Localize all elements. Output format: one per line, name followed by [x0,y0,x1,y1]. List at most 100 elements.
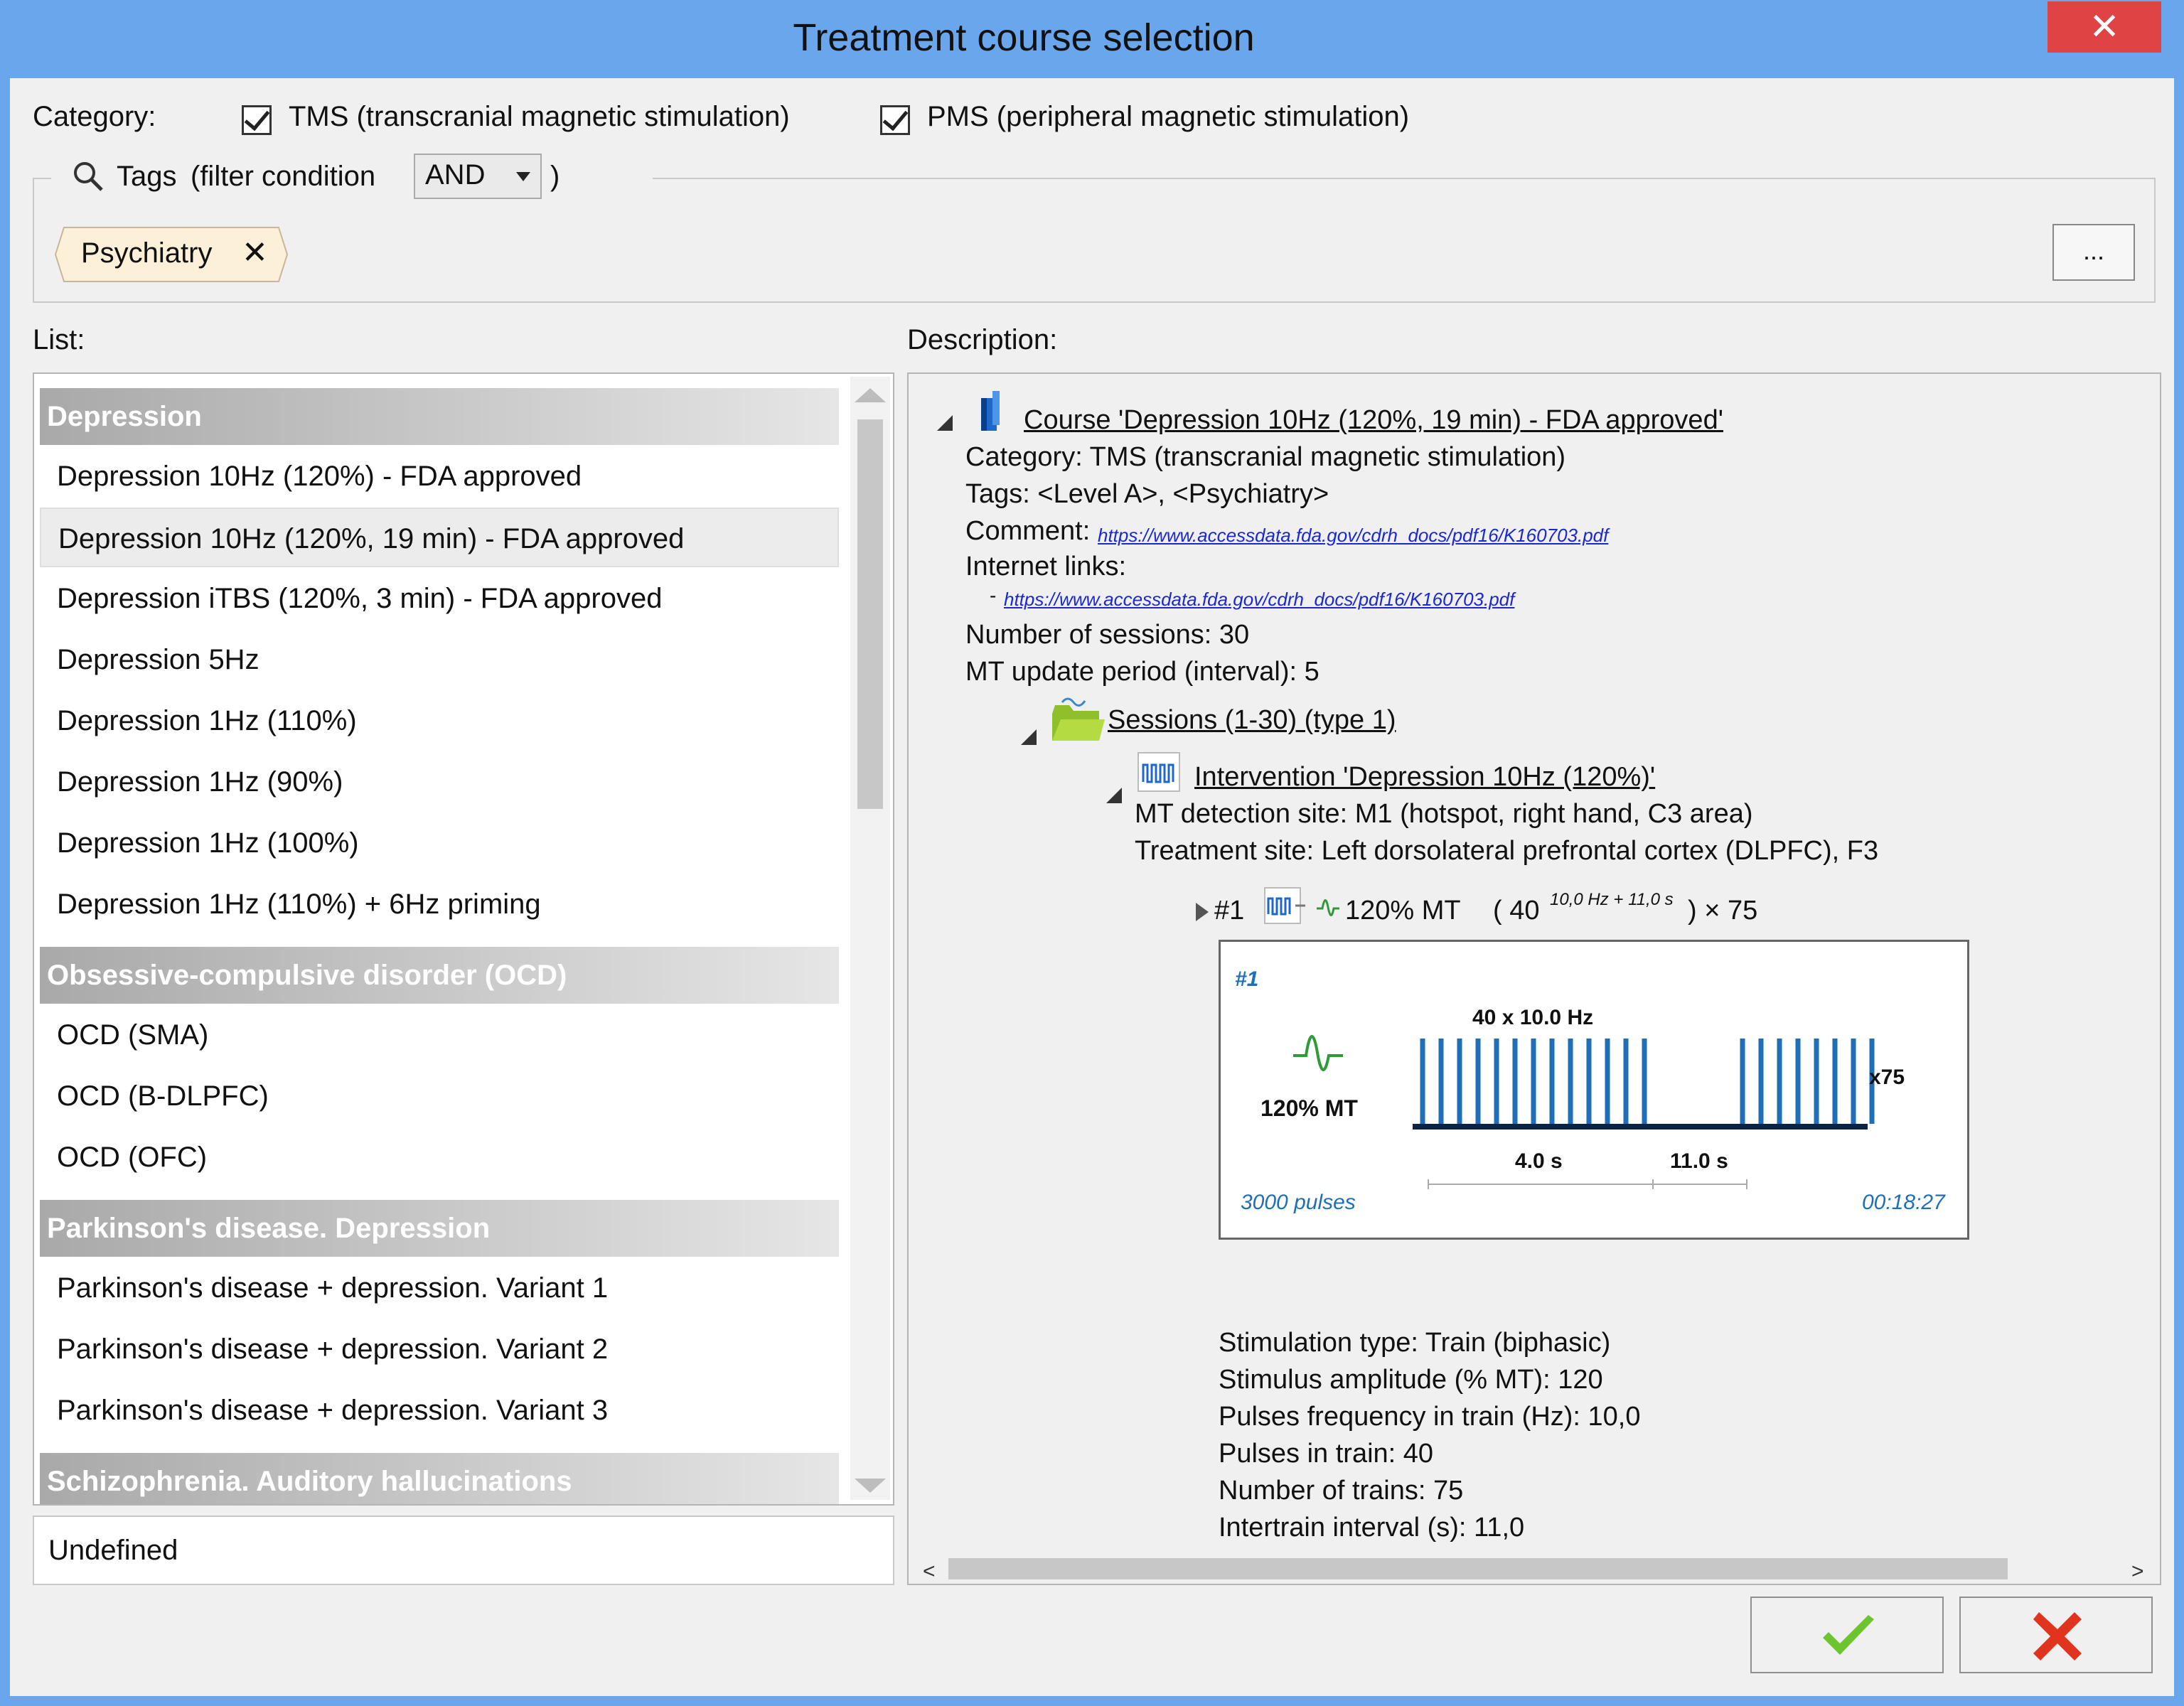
search-icon [73,161,104,195]
course-list[interactable]: Depression Depression 10Hz (120%) - FDA a… [33,372,894,1506]
close-button[interactable]: ✕ [2048,1,2161,53]
list-item[interactable]: Parkinson's disease + depression. Varian… [40,1380,839,1440]
vertical-scrollbar[interactable] [850,377,890,1500]
dialog-client: Category: TMS (transcranial magnetic sti… [10,78,2174,1696]
more-tags-button[interactable]: ... [2052,224,2135,281]
list-group-header: Obsessive-compulsive disorder (OCD) [40,947,839,1004]
expand-protocol-icon[interactable] [1196,903,1209,921]
protocol-formula-close: ) × 75 [1688,896,1758,926]
course-title[interactable]: Course 'Depression 10Hz (120%, 19 min) -… [1024,405,1723,436]
tags-label: Tags [117,161,177,192]
parameter-item: Stimulus amplitude (% MT): 120 [1219,1365,1603,1395]
cancel-button[interactable] [1959,1597,2153,1673]
remove-tag-icon[interactable]: ✕ [242,235,268,271]
list-item[interactable]: Depression 1Hz (100%) [40,813,839,873]
timeline-ruler [1428,1179,1747,1189]
parameter-item: Pulses in train: 40 [1219,1439,1434,1469]
course-category: Category: TMS (transcranial magnetic sti… [965,442,1566,472]
list-item[interactable]: Parkinson's disease + depression. Varian… [40,1319,839,1379]
list-group-header: Schizophrenia. Auditory hallucinations [40,1453,839,1504]
list-item[interactable]: OCD (B-DLPFC) [40,1066,839,1126]
course-tags: Tags: <Level A>, <Psychiatry> [965,479,1329,509]
collapse-intervention-icon[interactable] [1106,788,1122,803]
parameter-item: Stimulation type: Train (biphasic) [1219,1328,1611,1358]
ok-button[interactable] [1750,1597,1944,1673]
list-group-header: Parkinson's disease. Depression [40,1200,839,1257]
pms-checkbox[interactable] [880,105,910,135]
mt-update-period: MT update period (interval): 5 [965,657,1320,687]
list-item[interactable]: OCD (SMA) [40,1005,839,1065]
intervention-title[interactable]: Intervention 'Depression 10Hz (120%)' [1194,762,1655,793]
protocol-index: #1 [1214,896,1245,926]
internet-link-bullet: - [990,584,997,606]
protocol-preview: #1 120% MT 40 x 10.0 Hz x75 4.0 s 11.0 s… [1219,940,1969,1240]
scroll-down-icon[interactable] [855,1479,886,1493]
list-item[interactable]: Depression 1Hz (90%) [40,752,839,812]
tags-legend: Tags (filter condition AND ) [51,152,653,202]
mt-detection-site: MT detection site: M1 (hotspot, right ha… [1135,799,1753,829]
collapse-sessions-icon[interactable] [1021,729,1037,745]
horizontal-scrollbar[interactable]: < > [909,1554,2160,1584]
course-icon [977,388,1005,437]
preview-train-duration: 4.0 s [1515,1149,1563,1173]
list-item[interactable]: OCD (OFC) [40,1127,839,1187]
parameter-item: Intertrain interval (s): 11,0 [1219,1513,1525,1543]
internet-links-label: Internet links: [965,552,1126,581]
description-label: Description: [907,324,1058,355]
sessions-count: Number of sessions: 30 [965,620,1250,650]
scroll-right-icon[interactable]: > [2131,1560,2144,1584]
tags-filter-label: (filter condition [191,161,376,192]
check-icon [1820,1614,1877,1663]
preview-repeat: x75 [1869,1066,1905,1089]
list-item[interactable]: Depression 1Hz (110%) [40,691,839,751]
comment-label: Comment: [965,516,1091,546]
list-item[interactable]: Parkinson's disease + depression. Varian… [40,1258,839,1318]
list-group-header: Depression [40,388,839,445]
protocol-formula-sup: 10,0 Hz + 11,0 s [1550,890,1674,909]
list-item[interactable]: Depression 10Hz (120%, 19 min) - FDA app… [40,508,839,567]
pms-checkbox-label[interactable]: PMS (peripheral magnetic stimulation) [927,101,1409,133]
internet-link[interactable]: https://www.accessdata.fda.gov/cdrh_docs… [1004,589,1514,611]
sessions-title[interactable]: Sessions (1-30) (type 1) [1108,705,1396,736]
vertical-scroll-thumb[interactable] [857,419,883,809]
waveform-icon [1292,1020,1344,1088]
protocol-intensity: 120% MT [1345,896,1461,926]
undefined-field[interactable]: Undefined [33,1515,894,1585]
tags-label-close: ) [550,161,560,192]
pulse-train-icon [1138,752,1180,795]
comment-link[interactable]: https://www.accessdata.fda.gov/cdrh_docs… [1098,525,1608,547]
preview-pulses: 3000 pulses [1241,1191,1356,1214]
tag-chip-label: Psychiatry [81,237,213,269]
title-bar[interactable]: Treatment course selection ✕ [0,0,2184,78]
pulse-train-chart [1413,1039,1875,1130]
tms-checkbox-label[interactable]: TMS (transcranial magnetic stimulation) [289,101,790,133]
filter-condition-value: AND [425,159,486,191]
list-item[interactable]: Depression 5Hz [40,630,839,690]
protocol-formula-open: ( 40 [1493,896,1540,926]
list-item[interactable]: Depression 1Hz (110%) + 6Hz priming [40,874,839,934]
list-item[interactable]: Depression iTBS (120%, 3 min) - FDA appr… [40,569,839,628]
category-label: Category: [33,101,156,132]
description-panel: Course 'Depression 10Hz (120%, 19 min) -… [907,372,2161,1585]
window-title: Treatment course selection [793,16,1255,59]
preview-index: #1 [1235,967,1259,991]
filter-condition-select[interactable]: AND [414,154,542,199]
chevron-down-icon [516,172,530,181]
waveform-icon [1315,891,1341,926]
preview-interval: 11.0 s [1670,1149,1728,1173]
parameter-item: Number of trains: 75 [1219,1476,1464,1506]
list-item[interactable]: Depression 10Hz (120%) - FDA approved [40,446,839,506]
scroll-up-icon[interactable] [855,388,886,402]
pulse-train-icon [1264,887,1307,928]
scroll-left-icon[interactable]: < [923,1560,936,1584]
treatment-site: Treatment site: Left dorsolateral prefro… [1135,836,1879,866]
preview-duration: 00:18:27 [1862,1191,1945,1214]
horizontal-scroll-thumb[interactable] [948,1558,2008,1579]
tag-chip-psychiatry[interactable]: Psychiatry ✕ [54,226,289,283]
list-label: List: [33,324,85,355]
dialog-window: Treatment course selection ✕ Category: T… [0,0,2184,1706]
preview-train-label: 40 x 10.0 Hz [1472,1006,1594,1029]
collapse-course-icon[interactable] [937,415,953,431]
preview-intensity: 120% MT [1260,1095,1358,1121]
tms-checkbox[interactable] [242,105,272,135]
